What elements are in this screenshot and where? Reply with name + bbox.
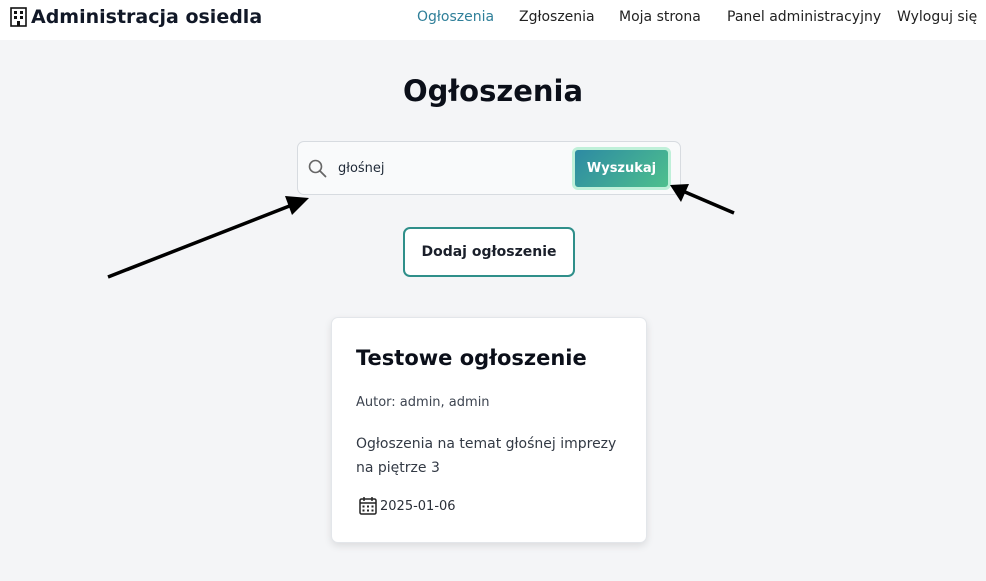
annotation-arrows <box>107 184 735 279</box>
arrow-to-search-input <box>107 196 309 279</box>
arrow-to-search-button <box>670 184 735 215</box>
